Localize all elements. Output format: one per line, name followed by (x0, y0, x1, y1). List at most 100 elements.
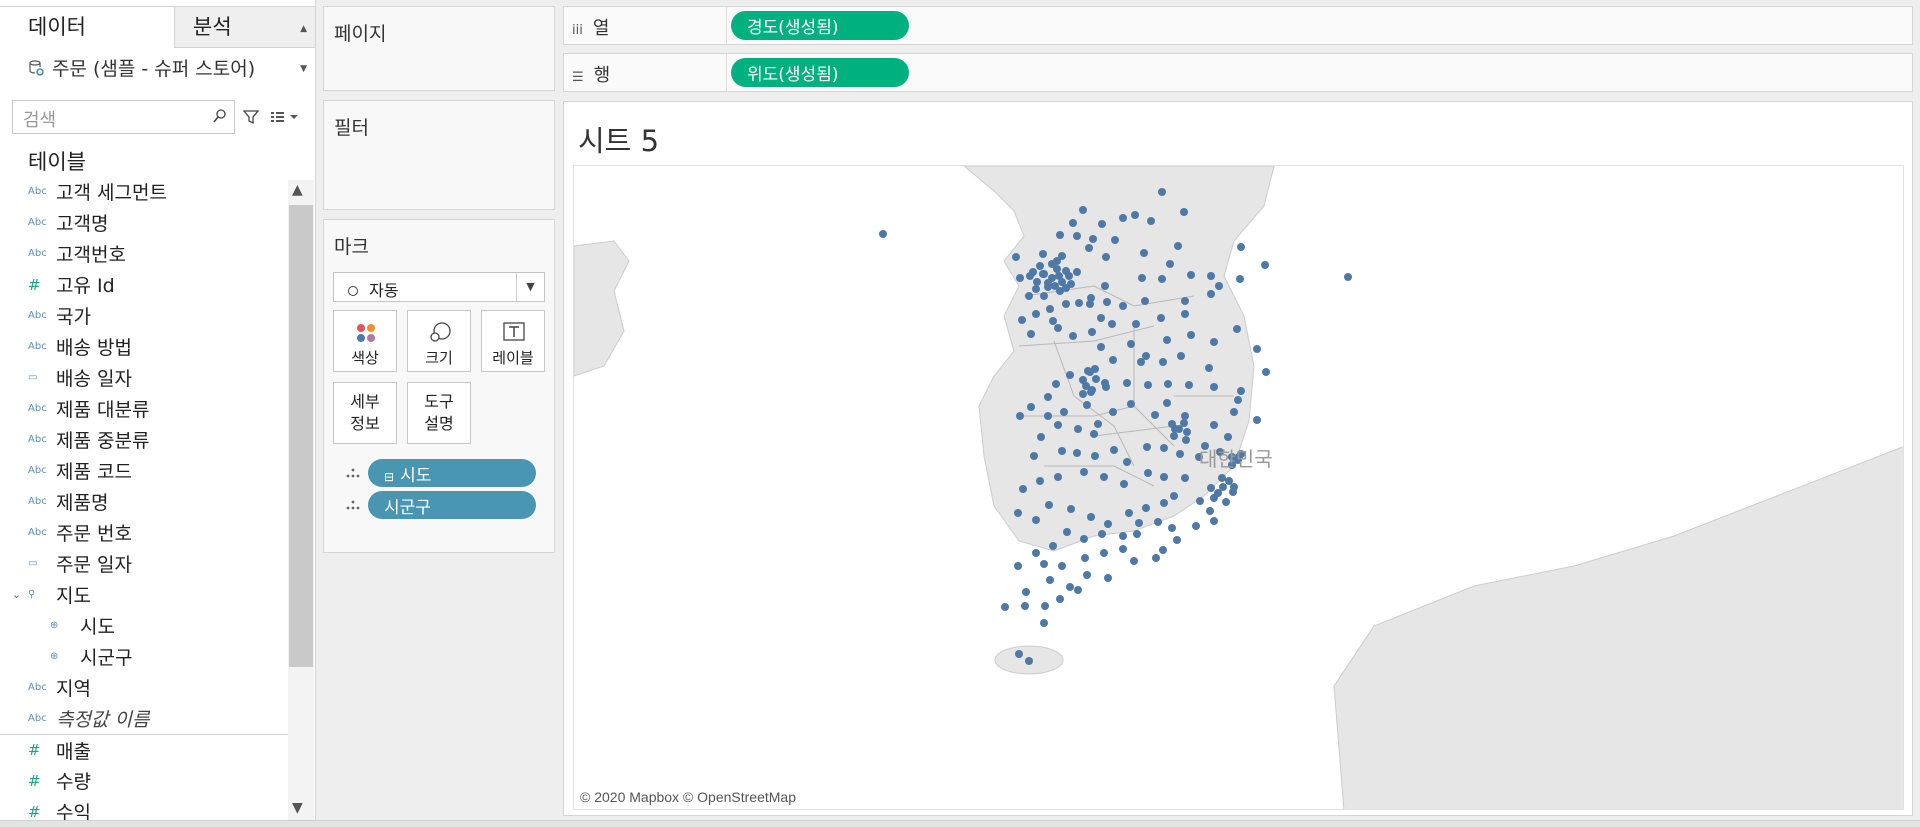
region-mark[interactable] (1261, 261, 1269, 269)
map-attribution[interactable]: © 2020 Mapbox © OpenStreetMap (580, 789, 796, 805)
region-mark[interactable] (1058, 278, 1066, 286)
region-mark[interactable] (1094, 420, 1102, 428)
scroll-up-icon[interactable]: ▲ (292, 182, 303, 198)
region-mark[interactable] (1033, 278, 1041, 286)
region-mark[interactable] (1237, 243, 1245, 251)
region-mark[interactable] (1040, 560, 1048, 568)
region-mark[interactable] (1079, 390, 1087, 398)
region-mark[interactable] (1152, 554, 1160, 562)
region-mark[interactable] (1119, 545, 1127, 553)
region-mark[interactable] (1100, 549, 1108, 557)
region-mark[interactable] (1015, 650, 1023, 658)
region-mark[interactable] (1174, 242, 1182, 250)
region-mark[interactable] (1123, 458, 1131, 466)
region-mark[interactable] (1181, 297, 1189, 305)
sido-pill[interactable]: ⊟ 시도 (368, 459, 536, 487)
region-mark[interactable] (1120, 480, 1128, 488)
region-mark[interactable] (1119, 214, 1127, 222)
region-mark[interactable] (1089, 235, 1097, 243)
region-mark[interactable] (1098, 530, 1106, 538)
region-mark[interactable] (1080, 468, 1088, 476)
region-mark[interactable] (1087, 388, 1095, 396)
region-mark[interactable] (1234, 396, 1242, 404)
field-item[interactable]: Abc 고객 세그먼트 (0, 176, 288, 207)
region-mark[interactable] (1103, 298, 1111, 306)
field-item[interactable]: Abc 제품명 (0, 486, 288, 517)
field-item[interactable]: ▭ 주문 일자 (0, 548, 288, 579)
region-mark[interactable] (1205, 364, 1213, 372)
field-item[interactable]: Abc 제품 대분류 (0, 393, 288, 424)
region-mark[interactable] (1027, 330, 1035, 338)
region-mark[interactable] (1036, 262, 1044, 270)
region-mark[interactable] (1063, 528, 1071, 536)
region-mark[interactable] (1133, 530, 1141, 538)
rows-shelf[interactable]: ☰ 행 위도(생성됨) (563, 53, 1913, 92)
size-button[interactable]: 크기 (407, 310, 471, 372)
region-mark[interactable] (1101, 282, 1109, 290)
region-mark[interactable] (1016, 412, 1024, 420)
view-options-icon[interactable] (270, 110, 300, 124)
field-item[interactable]: Abc 고객명 (0, 207, 288, 238)
color-button[interactable]: 색상 (333, 310, 397, 372)
region-mark[interactable] (1104, 574, 1112, 582)
tooltip-button[interactable]: 도구 설명 (407, 382, 471, 444)
field-item[interactable]: Abc 국가 (0, 300, 288, 331)
region-mark[interactable] (1073, 268, 1081, 276)
map-canvas[interactable] (574, 166, 1904, 810)
region-mark[interactable] (1210, 517, 1218, 525)
region-mark[interactable] (1181, 412, 1189, 420)
region-mark[interactable] (1092, 375, 1100, 383)
mark-type-dropdown[interactable]: 자동 ▼ (333, 272, 545, 302)
region-mark[interactable] (1080, 535, 1088, 543)
region-mark[interactable] (1159, 358, 1167, 366)
region-mark[interactable] (1224, 433, 1232, 441)
region-mark[interactable] (1044, 279, 1052, 287)
chevron-down-icon[interactable]: ▼ (516, 273, 544, 301)
region-mark[interactable] (1069, 219, 1077, 227)
region-mark[interactable] (1056, 231, 1064, 239)
region-mark[interactable] (1163, 336, 1171, 344)
region-mark[interactable] (1051, 282, 1059, 290)
region-mark[interactable] (1022, 588, 1030, 596)
region-mark[interactable] (1110, 446, 1118, 454)
region-mark[interactable] (879, 230, 887, 238)
region-mark[interactable] (1052, 380, 1060, 388)
region-mark[interactable] (1054, 421, 1062, 429)
region-mark[interactable] (1131, 211, 1139, 219)
region-mark[interactable] (1053, 257, 1061, 265)
region-mark[interactable] (1170, 432, 1178, 440)
region-mark[interactable] (1168, 420, 1176, 428)
region-mark[interactable] (1141, 297, 1149, 305)
field-list-scrollbar[interactable]: ▲ ▼ (288, 180, 314, 827)
region-mark[interactable] (1158, 275, 1166, 283)
region-mark[interactable] (1040, 292, 1048, 300)
region-mark[interactable] (1097, 314, 1105, 322)
region-mark[interactable] (1207, 290, 1215, 298)
region-mark[interactable] (1123, 379, 1131, 387)
region-mark[interactable] (1262, 368, 1270, 376)
region-mark[interactable] (1182, 436, 1190, 444)
region-mark[interactable] (1101, 379, 1109, 387)
search-icon[interactable] (212, 108, 228, 124)
region-mark[interactable] (1206, 507, 1214, 515)
region-mark[interactable] (1097, 343, 1105, 351)
region-mark[interactable] (1210, 494, 1218, 502)
region-mark[interactable] (1045, 501, 1053, 509)
region-mark[interactable] (1233, 325, 1241, 333)
region-mark[interactable] (1147, 217, 1155, 225)
region-mark[interactable] (1039, 250, 1047, 258)
collapse-icon[interactable]: ⊟ (384, 470, 394, 484)
region-mark[interactable] (1183, 428, 1191, 436)
region-mark[interactable] (1176, 450, 1184, 458)
region-mark[interactable] (1086, 368, 1094, 376)
field-item[interactable]: Abc 주문 번호 (0, 517, 288, 548)
region-mark[interactable] (1025, 292, 1033, 300)
region-mark[interactable] (1088, 328, 1096, 336)
region-mark[interactable] (1215, 282, 1223, 290)
region-mark[interactable] (1236, 275, 1244, 283)
region-mark[interactable] (1177, 352, 1185, 360)
expand-chevron-icon[interactable]: ⌄ (12, 588, 21, 601)
field-item[interactable]: # 매출 (0, 734, 288, 765)
longitude-pill[interactable]: 경도(생성됨) (731, 11, 909, 40)
region-mark[interactable] (1164, 380, 1172, 388)
